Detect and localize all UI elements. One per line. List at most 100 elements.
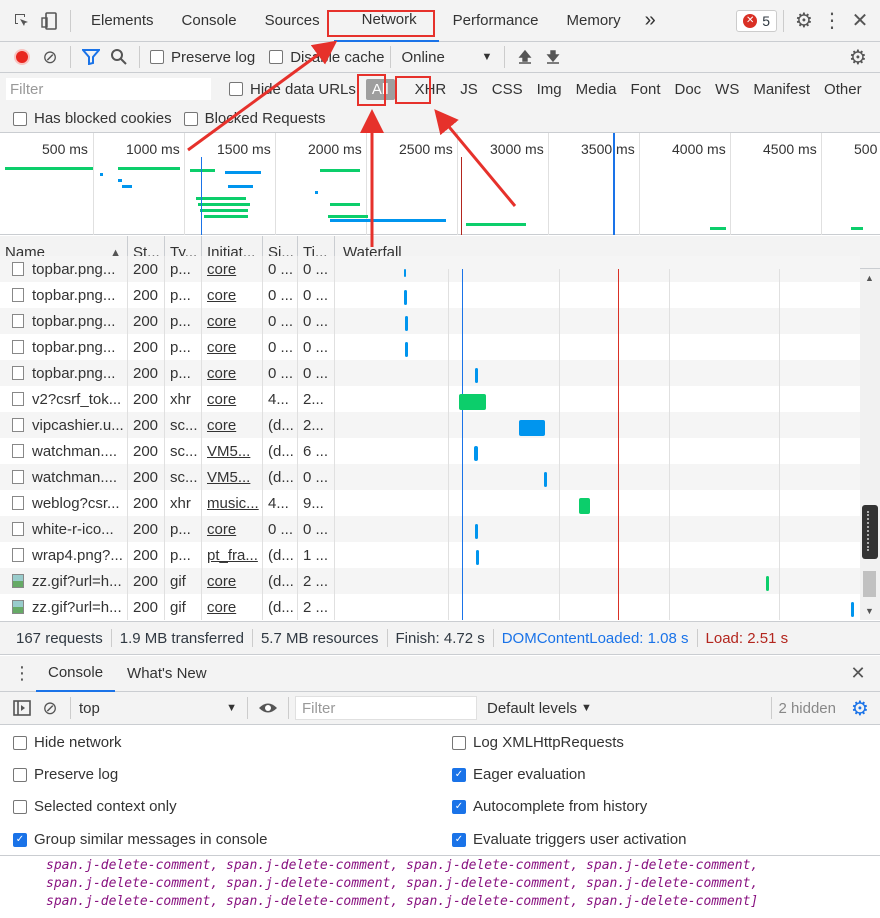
cell-initiator[interactable]: music... <box>202 490 263 516</box>
cell-initiator[interactable]: core <box>202 256 263 282</box>
autocomplete-checkbox[interactable]: ✓ Autocomplete from history <box>452 798 647 815</box>
export-har-icon[interactable] <box>539 43 567 71</box>
table-row[interactable]: watchman.... 200 sc... VM5... (d... 0 ... <box>0 464 860 490</box>
table-row[interactable]: vipcashier.u... 200 sc... core (d... 2... <box>0 412 860 438</box>
checkbox-box[interactable] <box>13 799 27 814</box>
console-preserve-log-checkbox[interactable]: Preserve log <box>13 766 118 783</box>
group-similar-checkbox[interactable]: ✓ Group similar messages in console <box>13 831 267 848</box>
preserve-log-checkbox[interactable]: Preserve log <box>150 49 255 66</box>
live-expression-eye-icon[interactable] <box>254 694 282 722</box>
cell-initiator[interactable]: core <box>202 412 263 438</box>
filter-manifest[interactable]: Manifest <box>747 79 816 100</box>
checkbox-box[interactable] <box>452 735 466 750</box>
log-xhr-checkbox[interactable]: Log XMLHttpRequests <box>452 734 624 751</box>
clear-console-icon[interactable]: ⊘ <box>36 694 64 722</box>
network-overview-timeline[interactable]: 500 ms 1000 ms 1500 ms 2000 ms 2500 ms 3… <box>0 133 880 235</box>
filter-font[interactable]: Font <box>624 79 666 100</box>
table-row[interactable]: v2?csrf_tok... 200 xhr core 4... 2... <box>0 386 860 412</box>
search-icon[interactable] <box>105 43 133 71</box>
device-toolbar-icon[interactable] <box>36 0 64 42</box>
console-filter-input[interactable]: Filter <box>295 696 477 720</box>
scrollbar-thumb[interactable] <box>863 571 876 597</box>
table-row[interactable]: topbar.png... 200 p... core 0 ... 0 ... <box>0 308 860 334</box>
console-settings-gear-icon[interactable]: ⚙ <box>846 694 874 722</box>
filter-js[interactable]: JS <box>454 79 484 100</box>
tab-performance[interactable]: Performance <box>439 0 553 42</box>
log-levels-dropdown[interactable]: Default levels ▼ <box>487 700 592 717</box>
close-drawer-icon[interactable]: ✕ <box>844 653 872 695</box>
tab-sources[interactable]: Sources <box>251 0 334 42</box>
checkbox-checked-icon[interactable]: ✓ <box>13 832 27 847</box>
checkbox-box[interactable] <box>150 50 164 64</box>
gear-icon[interactable]: ⚙ <box>790 0 818 42</box>
context-selector[interactable]: top ▼ <box>77 700 237 717</box>
drawer-tab-whats-new[interactable]: What's New <box>115 656 219 692</box>
scroll-down-icon[interactable]: ▼ <box>865 606 874 616</box>
cell-initiator[interactable]: core <box>202 568 263 594</box>
filter-css[interactable]: CSS <box>486 79 529 100</box>
error-count-badge[interactable]: ✕ 5 <box>736 9 777 32</box>
throttling-select[interactable]: Online ▼ <box>397 49 492 66</box>
record-button[interactable] <box>8 43 36 71</box>
cell-initiator[interactable]: core <box>202 516 263 542</box>
checkbox-box[interactable] <box>13 111 27 126</box>
table-scrollbar[interactable]: ▲ ▼ <box>860 269 880 620</box>
table-row[interactable]: wrap4.png?... 200 p... pt_fra... (d... 1 ... <box>0 542 860 568</box>
table-row[interactable]: zz.gif?url=h... 200 gif core (d... 2 ... <box>0 594 860 620</box>
table-row[interactable]: zz.gif?url=h... 200 gif core (d... 2 ... <box>0 568 860 594</box>
filter-icon[interactable] <box>77 43 105 71</box>
tab-elements[interactable]: Elements <box>77 0 168 42</box>
side-scroll-widget[interactable] <box>862 505 878 559</box>
table-row[interactable]: topbar.png... 200 p... core 0 ... 0 ... <box>0 282 860 308</box>
filter-doc[interactable]: Doc <box>668 79 707 100</box>
cell-initiator[interactable]: VM5... <box>202 464 263 490</box>
more-tabs-button[interactable]: » <box>635 0 666 42</box>
tab-console[interactable]: Console <box>168 0 251 42</box>
filter-media[interactable]: Media <box>570 79 623 100</box>
clear-icon[interactable]: ⊘ <box>36 43 64 71</box>
cell-initiator[interactable]: core <box>202 308 263 334</box>
filter-img[interactable]: Img <box>531 79 568 100</box>
checkbox-box[interactable] <box>229 82 243 96</box>
has-blocked-cookies-checkbox[interactable]: Has blocked cookies <box>13 110 172 127</box>
filter-ws[interactable]: WS <box>709 79 745 100</box>
checkbox-box[interactable] <box>269 50 284 64</box>
blocked-requests-checkbox[interactable]: Blocked Requests <box>183 110 325 127</box>
checkbox-box[interactable] <box>13 735 27 750</box>
eager-evaluation-checkbox[interactable]: ✓ Eager evaluation <box>452 766 586 783</box>
checkbox-checked-icon[interactable]: ✓ <box>452 799 466 814</box>
checkbox-checked-icon[interactable]: ✓ <box>452 832 466 847</box>
filter-other[interactable]: Other <box>818 79 868 100</box>
checkbox-box[interactable] <box>183 111 198 126</box>
disable-cache-checkbox[interactable]: Disable cache <box>269 49 384 66</box>
cell-initiator[interactable]: core <box>202 360 263 386</box>
cell-initiator[interactable]: VM5... <box>202 438 263 464</box>
cell-initiator[interactable]: core <box>202 334 263 360</box>
console-output[interactable]: span.j-delete-comment, span.j-delete-com… <box>0 857 880 918</box>
cell-initiator[interactable]: core <box>202 594 263 620</box>
checkbox-checked-icon[interactable]: ✓ <box>452 767 466 782</box>
import-har-icon[interactable] <box>511 43 539 71</box>
table-row[interactable]: weblog?csr... 200 xhr music... 4... 9... <box>0 490 860 516</box>
table-row[interactable]: watchman.... 200 sc... VM5... (d... 6 ... <box>0 438 860 464</box>
checkbox-box[interactable] <box>13 767 27 782</box>
table-row[interactable]: topbar.png... 200 p... core 0 ... 0 ... <box>0 360 860 386</box>
cell-initiator[interactable]: core <box>202 386 263 412</box>
drawer-menu-icon[interactable]: ⋮ <box>8 653 36 695</box>
table-row[interactable]: topbar.png... 200 p... core 0 ... 0 ... <box>0 256 860 282</box>
cell-initiator[interactable]: pt_fra... <box>202 542 263 568</box>
evaluate-triggers-checkbox[interactable]: ✓ Evaluate triggers user activation <box>452 831 686 848</box>
filter-input[interactable]: Filter <box>6 78 211 100</box>
hide-network-checkbox[interactable]: Hide network <box>13 734 122 751</box>
cell-initiator[interactable]: core <box>202 282 263 308</box>
scroll-up-icon[interactable]: ▲ <box>865 273 874 283</box>
tab-memory[interactable]: Memory <box>553 0 635 42</box>
close-icon[interactable]: ✕ <box>846 0 874 42</box>
hide-data-urls-checkbox[interactable]: Hide data URLs <box>229 81 356 98</box>
drawer-tab-console[interactable]: Console <box>36 656 116 692</box>
network-settings-gear-icon[interactable]: ⚙ <box>844 43 872 71</box>
table-row[interactable]: topbar.png... 200 p... core 0 ... 0 ... <box>0 334 860 360</box>
inspect-element-icon[interactable] <box>8 0 36 42</box>
show-sidebar-icon[interactable] <box>8 694 36 722</box>
kebab-menu-icon[interactable]: ⋮ <box>818 0 846 42</box>
